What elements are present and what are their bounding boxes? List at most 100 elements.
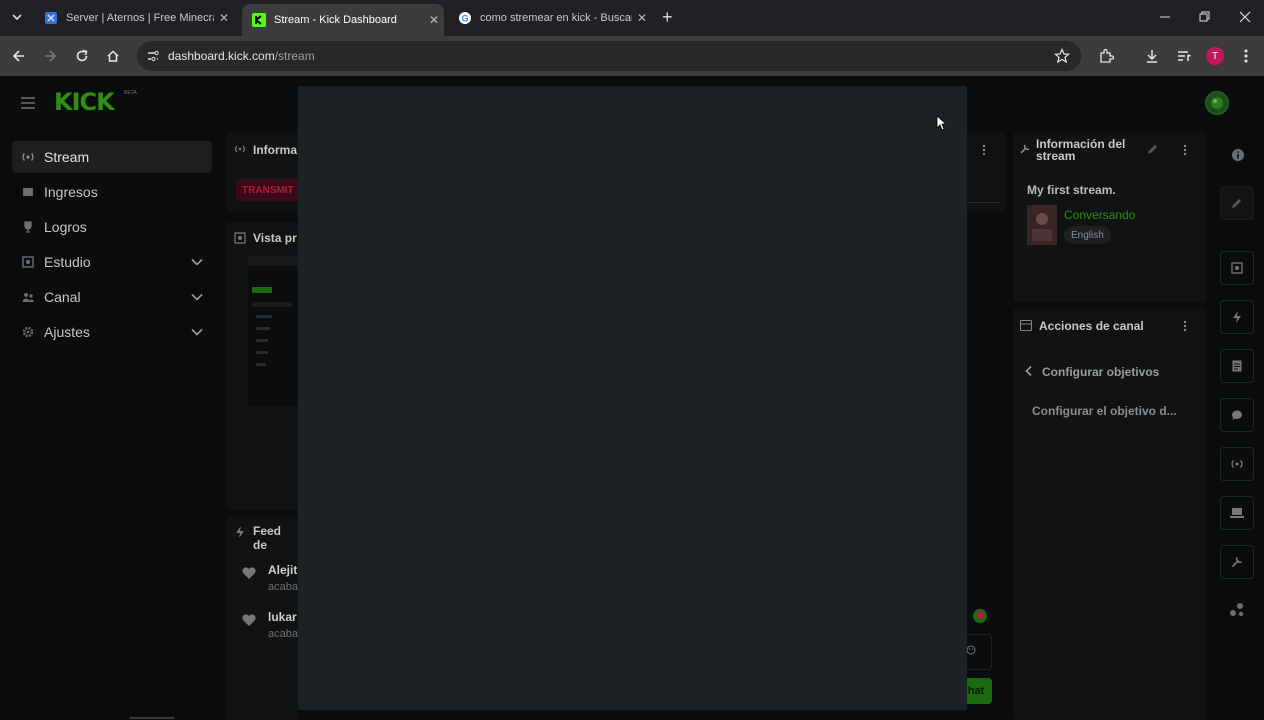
back-icon[interactable]: [8, 45, 30, 67]
activity-feed-panel: Feed de Alejit acaba lukar acaba: [226, 516, 298, 720]
tab-kick-dashboard[interactable]: Stream - Kick Dashboard ✕: [242, 4, 444, 36]
menu-kebab-icon[interactable]: [1183, 144, 1187, 156]
sidebar-item-estudio[interactable]: Estudio: [12, 246, 212, 278]
panel-title: Acciones de canal: [1039, 319, 1144, 333]
menu-kebab-icon[interactable]: [1235, 45, 1257, 67]
users-icon: [12, 291, 44, 303]
hamburger-icon[interactable]: [20, 96, 36, 110]
sidebar-item-label: Estudio: [44, 254, 91, 270]
media-control-icon[interactable]: [1173, 45, 1195, 67]
feed-sub: acaba: [268, 581, 298, 593]
rail-chat-button[interactable]: [1220, 398, 1254, 432]
panel-title: Informa: [253, 143, 298, 157]
feed-sub: acaba: [268, 628, 298, 640]
broadcast-icon: [12, 151, 44, 163]
rail-broadcast-button[interactable]: [1220, 447, 1254, 481]
kick-logo[interactable]: KICK: [54, 88, 115, 116]
user-avatar[interactable]: [1205, 91, 1229, 115]
category-thumbnail: [1027, 205, 1057, 245]
rail-channel-button[interactable]: [1220, 496, 1254, 530]
status-badge: TRANSMIT: [236, 179, 300, 201]
close-icon[interactable]: ✕: [424, 13, 444, 27]
download-icon[interactable]: [1141, 45, 1163, 67]
broadcast-icon: [1230, 458, 1244, 470]
close-icon[interactable]: ✕: [632, 11, 652, 25]
lightning-icon: [235, 526, 245, 538]
sidebar-item-ingresos[interactable]: Ingresos: [12, 176, 212, 208]
emoji-icon[interactable]: [966, 645, 976, 655]
category-link[interactable]: Conversando: [1064, 208, 1135, 222]
aternos-icon: [44, 11, 58, 25]
sidebar-item-label: Canal: [44, 289, 81, 305]
rail-tools-button[interactable]: [1220, 545, 1254, 579]
gear-icon: [12, 326, 44, 338]
chevron-down-icon[interactable]: [190, 325, 204, 339]
emote-icon[interactable]: [968, 606, 990, 626]
site-settings-icon[interactable]: [146, 49, 160, 63]
sidebar-item-logros[interactable]: Logros: [12, 211, 212, 243]
modal-dialog[interactable]: [298, 86, 967, 710]
lightning-icon: [1232, 311, 1242, 323]
reload-icon[interactable]: [71, 45, 93, 67]
extensions-icon[interactable]: [1095, 45, 1117, 67]
bookmark-star-icon[interactable]: [1054, 48, 1070, 64]
tab-title: Server | Aternos | Free Minecraft: [66, 12, 214, 24]
chevron-left-icon[interactable]: [1024, 365, 1034, 377]
svg-text:G: G: [461, 14, 468, 24]
url-domain: dashboard.kick.com: [168, 49, 275, 63]
chevron-down-icon[interactable]: [190, 290, 204, 304]
rail-lightning-button[interactable]: [1220, 300, 1254, 334]
rail-notes-button[interactable]: [1220, 349, 1254, 383]
rail-edit-button[interactable]: [1220, 186, 1254, 220]
stream-title: My first stream.: [1027, 183, 1116, 197]
minimize-icon[interactable]: [1158, 8, 1172, 22]
panel-title: Feed de: [253, 524, 282, 552]
wrench-icon: [1231, 556, 1243, 568]
language-tag: English: [1064, 226, 1111, 244]
chevron-down-icon[interactable]: [190, 255, 204, 269]
sidebar-item-label: Logros: [44, 219, 87, 235]
channel-actions-panel: Acciones de canal Configurar objetivos C…: [1013, 308, 1207, 720]
trophy-icon: [12, 221, 44, 233]
tab-google-search[interactable]: G como stremear en kick - Buscar ✕: [448, 5, 652, 31]
new-tab-icon[interactable]: +: [662, 8, 673, 26]
horizontal-scrollbar[interactable]: [130, 717, 174, 719]
heart-icon: [241, 613, 257, 627]
beta-badge: BETA: [124, 90, 137, 96]
tab-title: Stream - Kick Dashboard: [274, 14, 397, 26]
browser-toolbar: dashboard.kick.com/stream T: [0, 36, 1264, 76]
rail-preview-button[interactable]: [1220, 251, 1254, 285]
heart-icon: [241, 566, 257, 580]
forward-icon[interactable]: [39, 45, 61, 67]
sidebar-item-ajustes[interactable]: Ajustes: [12, 316, 212, 348]
address-bar[interactable]: dashboard.kick.com/stream: [137, 41, 1081, 71]
tab-search-chevron-icon[interactable]: [10, 10, 24, 24]
kick-icon: [252, 13, 266, 27]
sidebar-item-stream[interactable]: Stream: [12, 141, 212, 173]
window-close-icon[interactable]: [1238, 10, 1252, 24]
home-icon[interactable]: [102, 45, 124, 67]
integrations-icon[interactable]: [1229, 602, 1245, 618]
menu-kebab-icon[interactable]: [982, 144, 986, 156]
info-icon[interactable]: [1231, 148, 1245, 162]
goal-item[interactable]: Configurar el objetivo d...: [1032, 404, 1177, 418]
actions-icon: [1020, 320, 1032, 331]
wallet-icon: [12, 186, 44, 198]
restore-icon[interactable]: [1198, 10, 1212, 24]
sidebar-item-label: Stream: [44, 149, 90, 165]
url-path: /stream: [274, 49, 315, 63]
edit-pencil-icon[interactable]: [1147, 144, 1158, 155]
panel-title: Vista pr: [253, 231, 297, 245]
broadcast-icon: [234, 144, 246, 154]
wrench-icon: [1020, 144, 1030, 154]
goal-back-link[interactable]: Configurar objetivos: [1042, 365, 1159, 379]
mouse-cursor-icon: [936, 115, 946, 131]
profile-avatar[interactable]: T: [1206, 47, 1224, 65]
preview-icon: [1231, 262, 1243, 274]
menu-kebab-icon[interactable]: [1183, 320, 1187, 332]
chat-bubble-icon: [1231, 409, 1243, 421]
sidebar-item-canal[interactable]: Canal: [12, 281, 212, 313]
tab-aternos[interactable]: Server | Aternos | Free Minecraft ✕: [34, 5, 234, 31]
sidebar-item-label: Ingresos: [44, 184, 98, 200]
close-icon[interactable]: ✕: [214, 11, 234, 25]
